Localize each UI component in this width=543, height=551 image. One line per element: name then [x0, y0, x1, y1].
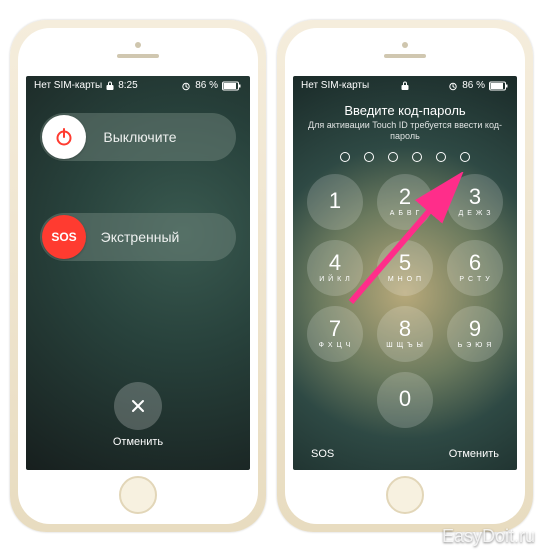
sos-label: Экстренный — [88, 229, 236, 245]
key-number: 6 — [469, 252, 481, 274]
status-bar: Нет SIM-карты 8:25 86 % — [26, 76, 250, 95]
key-letters: Ш Щ Ъ Ы — [386, 342, 424, 349]
lock-icon — [106, 81, 114, 91]
alarm-icon — [181, 81, 191, 91]
cancel-label: Отменить — [113, 436, 163, 448]
battery-pct: 86 % — [462, 80, 485, 91]
key-6[interactable]: 6 Р С Т У — [447, 240, 503, 296]
key-4[interactable]: 4 И Й К Л — [307, 240, 363, 296]
key-letters: Р С Т У — [459, 276, 490, 283]
key-number: 4 — [329, 252, 341, 274]
key-number: 9 — [469, 318, 481, 340]
key-2[interactable]: 2 А Б В Г — [377, 174, 433, 230]
key-number: 5 — [399, 252, 411, 274]
lock-icon — [401, 81, 409, 91]
alarm-icon — [448, 81, 458, 91]
close-icon — [129, 397, 147, 415]
passcode-dot — [436, 152, 446, 162]
emergency-sos-slider[interactable]: SOS Экстренный — [40, 213, 236, 261]
power-off-screen: Нет SIM-карты 8:25 86 % — [26, 76, 250, 470]
battery-icon — [222, 81, 242, 91]
key-9[interactable]: 9 Ь Э Ю Я — [447, 306, 503, 362]
home-button[interactable] — [386, 476, 424, 514]
power-off-slider[interactable]: Выключите — [40, 113, 236, 161]
key-letters: И Й К Л — [319, 276, 351, 283]
passcode-dot — [460, 152, 470, 162]
power-off-label: Выключите — [88, 129, 236, 145]
key-letters: Ь Э Ю Я — [458, 342, 493, 349]
phone-bezel: Нет SIM-карты 86 % Введите код-пароль — [285, 28, 525, 524]
key-blank — [447, 372, 503, 428]
key-letters: Д Е Ж З — [459, 210, 492, 217]
key-number: 1 — [329, 190, 341, 212]
power-off-knob[interactable] — [42, 115, 86, 159]
power-icon — [53, 126, 75, 148]
passcode-screen: Нет SIM-карты 86 % Введите код-пароль — [293, 76, 517, 470]
passcode-dot — [340, 152, 350, 162]
key-letters: Ф Х Ц Ч — [319, 342, 352, 349]
key-number: 2 — [399, 186, 411, 208]
phone-bezel: Нет SIM-карты 8:25 86 % — [18, 28, 258, 524]
key-blank — [307, 372, 363, 428]
sos-link[interactable]: SOS — [311, 448, 334, 460]
home-button[interactable] — [119, 476, 157, 514]
keypad: 1 2 А Б В Г 3 Д Е Ж З 4 И Й К Л 5 М Н О П 6 Р… — [293, 174, 517, 428]
carrier-text: Нет SIM-карты — [34, 80, 102, 91]
key-8[interactable]: 8 Ш Щ Ъ Ы — [377, 306, 433, 362]
phone-left: Нет SIM-карты 8:25 86 % — [10, 20, 266, 532]
key-number: 0 — [399, 388, 411, 410]
passcode-title: Введите код-пароль — [305, 103, 505, 118]
passcode-dot — [364, 152, 374, 162]
passcode-dots — [293, 152, 517, 162]
key-letters: А Б В Г — [390, 210, 421, 217]
key-3[interactable]: 3 Д Е Ж З — [447, 174, 503, 230]
front-camera — [402, 42, 408, 48]
speaker-grill — [384, 54, 426, 58]
speaker-grill — [117, 54, 159, 58]
status-time: 8:25 — [118, 80, 137, 91]
key-5[interactable]: 5 М Н О П — [377, 240, 433, 296]
key-1[interactable]: 1 — [307, 174, 363, 230]
cancel-button[interactable] — [114, 382, 162, 430]
sos-knob[interactable]: SOS — [42, 215, 86, 259]
battery-icon — [489, 81, 509, 91]
front-camera — [135, 42, 141, 48]
passcode-dot — [388, 152, 398, 162]
key-number: 3 — [469, 186, 481, 208]
carrier-text: Нет SIM-карты — [301, 80, 369, 91]
passcode-subtitle: Для активации Touch ID требуется ввести … — [305, 120, 505, 142]
watermark: EasyDoit.ru — [442, 526, 535, 547]
passcode-dot — [412, 152, 422, 162]
phone-right: Нет SIM-карты 86 % Введите код-пароль — [277, 20, 533, 532]
key-number: 7 — [329, 318, 341, 340]
key-letters: М Н О П — [388, 276, 422, 283]
key-7[interactable]: 7 Ф Х Ц Ч — [307, 306, 363, 362]
key-number: 8 — [399, 318, 411, 340]
battery-pct: 86 % — [195, 80, 218, 91]
key-0[interactable]: 0 — [377, 372, 433, 428]
status-bar: Нет SIM-карты 86 % — [293, 76, 517, 95]
cancel-link[interactable]: Отменить — [449, 448, 499, 460]
